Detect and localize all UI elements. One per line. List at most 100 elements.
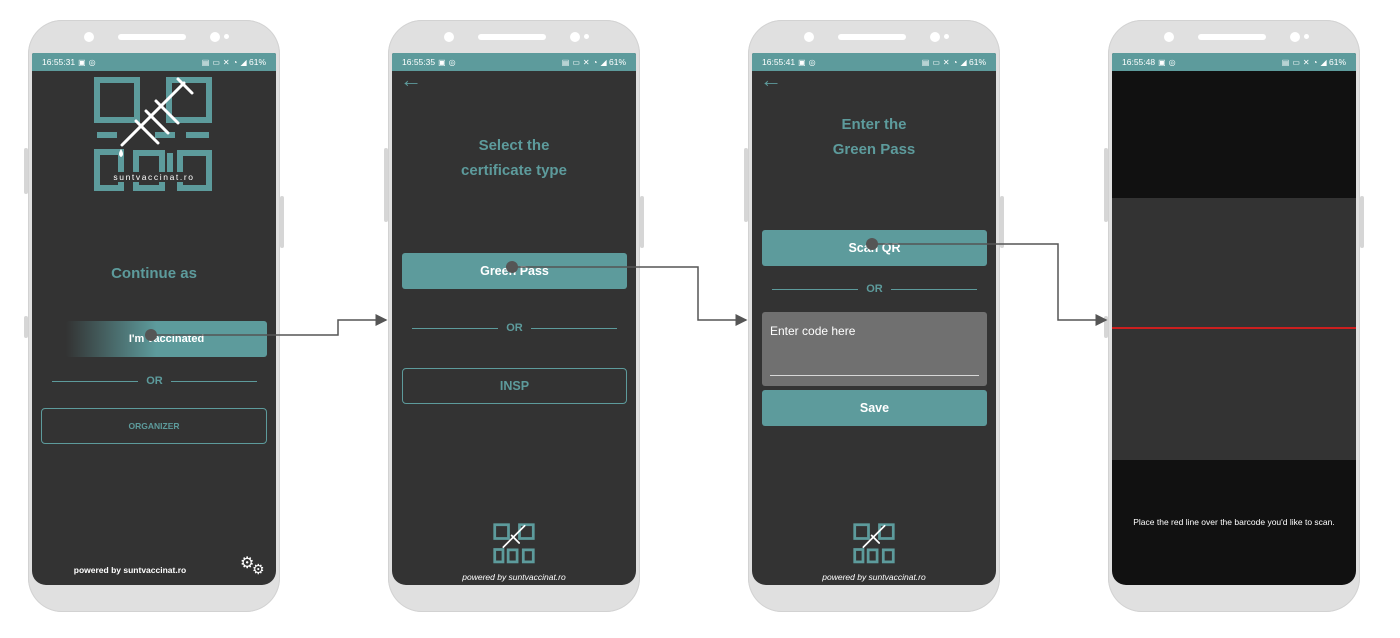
signal-icon: ◢ bbox=[600, 58, 607, 67]
logo-text: suntvaccinat.ro bbox=[106, 172, 202, 182]
or-divider: OR bbox=[772, 283, 977, 295]
mute-icon: ✕ bbox=[1302, 58, 1310, 67]
code-input-placeholder: Enter code here bbox=[770, 324, 856, 338]
screen-certificate-type: 16:55:35 ▣ ◎ ▤ ▭ ✕ ◔ ◢ 61% ← Select the certif… bbox=[392, 53, 636, 585]
wifi-icon: ◔ bbox=[592, 58, 598, 67]
app-icon: ◎ bbox=[1168, 58, 1176, 67]
screen-barcode-scanner: 16:55:48 ▣ ◎ ▤ ▭ ✕ ◔ ◢ 61% Place the red line … bbox=[1112, 53, 1356, 585]
sensor-dot bbox=[944, 34, 949, 39]
card-icon: ▭ bbox=[1292, 58, 1300, 67]
wifi-icon: ◔ bbox=[952, 58, 958, 67]
sensor-dot bbox=[224, 34, 229, 39]
scan-hint-label: Place the red line over the barcode you'… bbox=[1133, 517, 1335, 527]
side-button bbox=[24, 148, 28, 194]
status-bar: 16:55:48 ▣ ◎ ▤ ▭ ✕ ◔ ◢ 61% bbox=[1112, 53, 1356, 71]
or-divider: OR bbox=[52, 375, 257, 387]
gears-icon[interactable]: ⚙ ⚙ bbox=[240, 553, 270, 579]
im-vaccinated-button[interactable]: I'm vaccinated bbox=[66, 321, 267, 357]
app-icon: ◎ bbox=[808, 58, 816, 67]
card-icon: ▭ bbox=[572, 58, 580, 67]
side-button bbox=[24, 316, 28, 338]
green-pass-button[interactable]: Green Pass bbox=[402, 253, 627, 289]
status-time: 16:55:48 bbox=[1122, 57, 1156, 67]
battery-level: 61% bbox=[968, 57, 986, 67]
nfc-icon: ▤ bbox=[1281, 58, 1290, 67]
signal-icon: ◢ bbox=[240, 58, 247, 67]
input-underline bbox=[770, 375, 979, 376]
small-logo-icon bbox=[853, 523, 895, 565]
app-icon: ◎ bbox=[448, 58, 456, 67]
camera-viewfinder[interactable] bbox=[1112, 198, 1356, 460]
status-time: 16:55:41 bbox=[762, 57, 796, 67]
wifi-icon: ◔ bbox=[1312, 58, 1318, 67]
phone-frame-2: 16:55:35 ▣ ◎ ▤ ▭ ✕ ◔ ◢ 61% ← Select the certif… bbox=[384, 20, 644, 612]
side-button bbox=[1104, 316, 1108, 338]
nfc-icon: ▤ bbox=[561, 58, 570, 67]
card-icon: ▭ bbox=[932, 58, 940, 67]
divider-line bbox=[772, 288, 859, 290]
scan-red-line bbox=[1112, 327, 1356, 329]
side-button bbox=[744, 148, 748, 222]
title-line-2: Green Pass bbox=[832, 141, 916, 158]
divider-line bbox=[412, 327, 499, 329]
continue-as-label: Continue as bbox=[111, 265, 197, 282]
sensor bbox=[1290, 32, 1300, 42]
status-bar: 16:55:31 ▣ ◎ ▤ ▭ ✕ ◔ ◢ 61% bbox=[32, 53, 276, 71]
mute-icon: ✕ bbox=[222, 58, 230, 67]
mute-icon: ✕ bbox=[942, 58, 950, 67]
side-button bbox=[1360, 196, 1364, 248]
sensor bbox=[930, 32, 940, 42]
speaker bbox=[838, 34, 906, 40]
phone-frame-4: 16:55:48 ▣ ◎ ▤ ▭ ✕ ◔ ◢ 61% Place the red line … bbox=[1104, 20, 1364, 612]
screenshot-icon: ▣ bbox=[798, 58, 806, 67]
mute-icon: ✕ bbox=[582, 58, 590, 67]
code-input-field[interactable]: Enter code here bbox=[762, 312, 987, 386]
insp-button[interactable]: INSP bbox=[402, 368, 627, 404]
powered-by-label: powered by suntvaccinat.ro bbox=[462, 572, 566, 582]
phone-frame-1: 16:55:31 ▣ ◎ ▤ ▭ ✕ ◔ ◢ 61% suntvaccinat.… bbox=[24, 20, 284, 612]
small-logo-icon bbox=[493, 523, 535, 565]
powered-by-label: powered by suntvaccinat.ro bbox=[822, 572, 926, 582]
save-button[interactable]: Save bbox=[762, 390, 987, 426]
side-button bbox=[280, 196, 284, 248]
status-bar: 16:55:35 ▣ ◎ ▤ ▭ ✕ ◔ ◢ 61% bbox=[392, 53, 636, 71]
side-button bbox=[384, 148, 388, 222]
divider-line bbox=[890, 288, 977, 290]
nfc-icon: ▤ bbox=[921, 58, 930, 67]
organizer-button[interactable]: ORGANIZER bbox=[41, 408, 267, 444]
sensor-dot bbox=[584, 34, 589, 39]
status-time: 16:55:35 bbox=[402, 57, 436, 67]
app-logo: suntvaccinat.ro bbox=[92, 75, 214, 197]
title-line-1: Enter the bbox=[841, 116, 907, 133]
back-arrow-icon[interactable]: ← bbox=[760, 69, 782, 91]
title-line-1: Select the bbox=[478, 137, 550, 154]
battery-level: 61% bbox=[608, 57, 626, 67]
phone-frame-3: 16:55:41 ▣ ◎ ▤ ▭ ✕ ◔ ◢ 61% ← Enter the Green P… bbox=[744, 20, 1004, 612]
divider-line bbox=[530, 327, 617, 329]
or-label: OR bbox=[506, 322, 523, 334]
screen-continue-as: 16:55:31 ▣ ◎ ▤ ▭ ✕ ◔ ◢ 61% suntvaccinat.… bbox=[32, 53, 276, 585]
front-camera bbox=[1164, 32, 1174, 42]
or-label: OR bbox=[146, 375, 163, 387]
back-arrow-icon[interactable]: ← bbox=[400, 69, 422, 91]
speaker bbox=[1198, 34, 1266, 40]
screenshot-icon: ▣ bbox=[438, 58, 446, 67]
screen-enter-green-pass: 16:55:41 ▣ ◎ ▤ ▭ ✕ ◔ ◢ 61% ← Enter the Green P… bbox=[752, 53, 996, 585]
front-camera bbox=[444, 32, 454, 42]
status-time: 16:55:31 bbox=[42, 57, 76, 67]
sensor bbox=[210, 32, 220, 42]
side-button bbox=[1000, 196, 1004, 248]
screenshot-icon: ▣ bbox=[1158, 58, 1166, 67]
powered-by-label: powered by suntvaccinat.ro bbox=[73, 565, 187, 575]
card-icon: ▭ bbox=[212, 58, 220, 67]
app-icon: ◎ bbox=[88, 58, 96, 67]
scan-qr-button[interactable]: Scan QR bbox=[762, 230, 987, 266]
side-button bbox=[640, 196, 644, 248]
speaker bbox=[118, 34, 186, 40]
title-line-2: certificate type bbox=[461, 162, 567, 179]
sensor bbox=[570, 32, 580, 42]
battery-level: 61% bbox=[248, 57, 266, 67]
signal-icon: ◢ bbox=[1320, 58, 1327, 67]
divider-line bbox=[170, 380, 257, 382]
divider-line bbox=[52, 380, 139, 382]
